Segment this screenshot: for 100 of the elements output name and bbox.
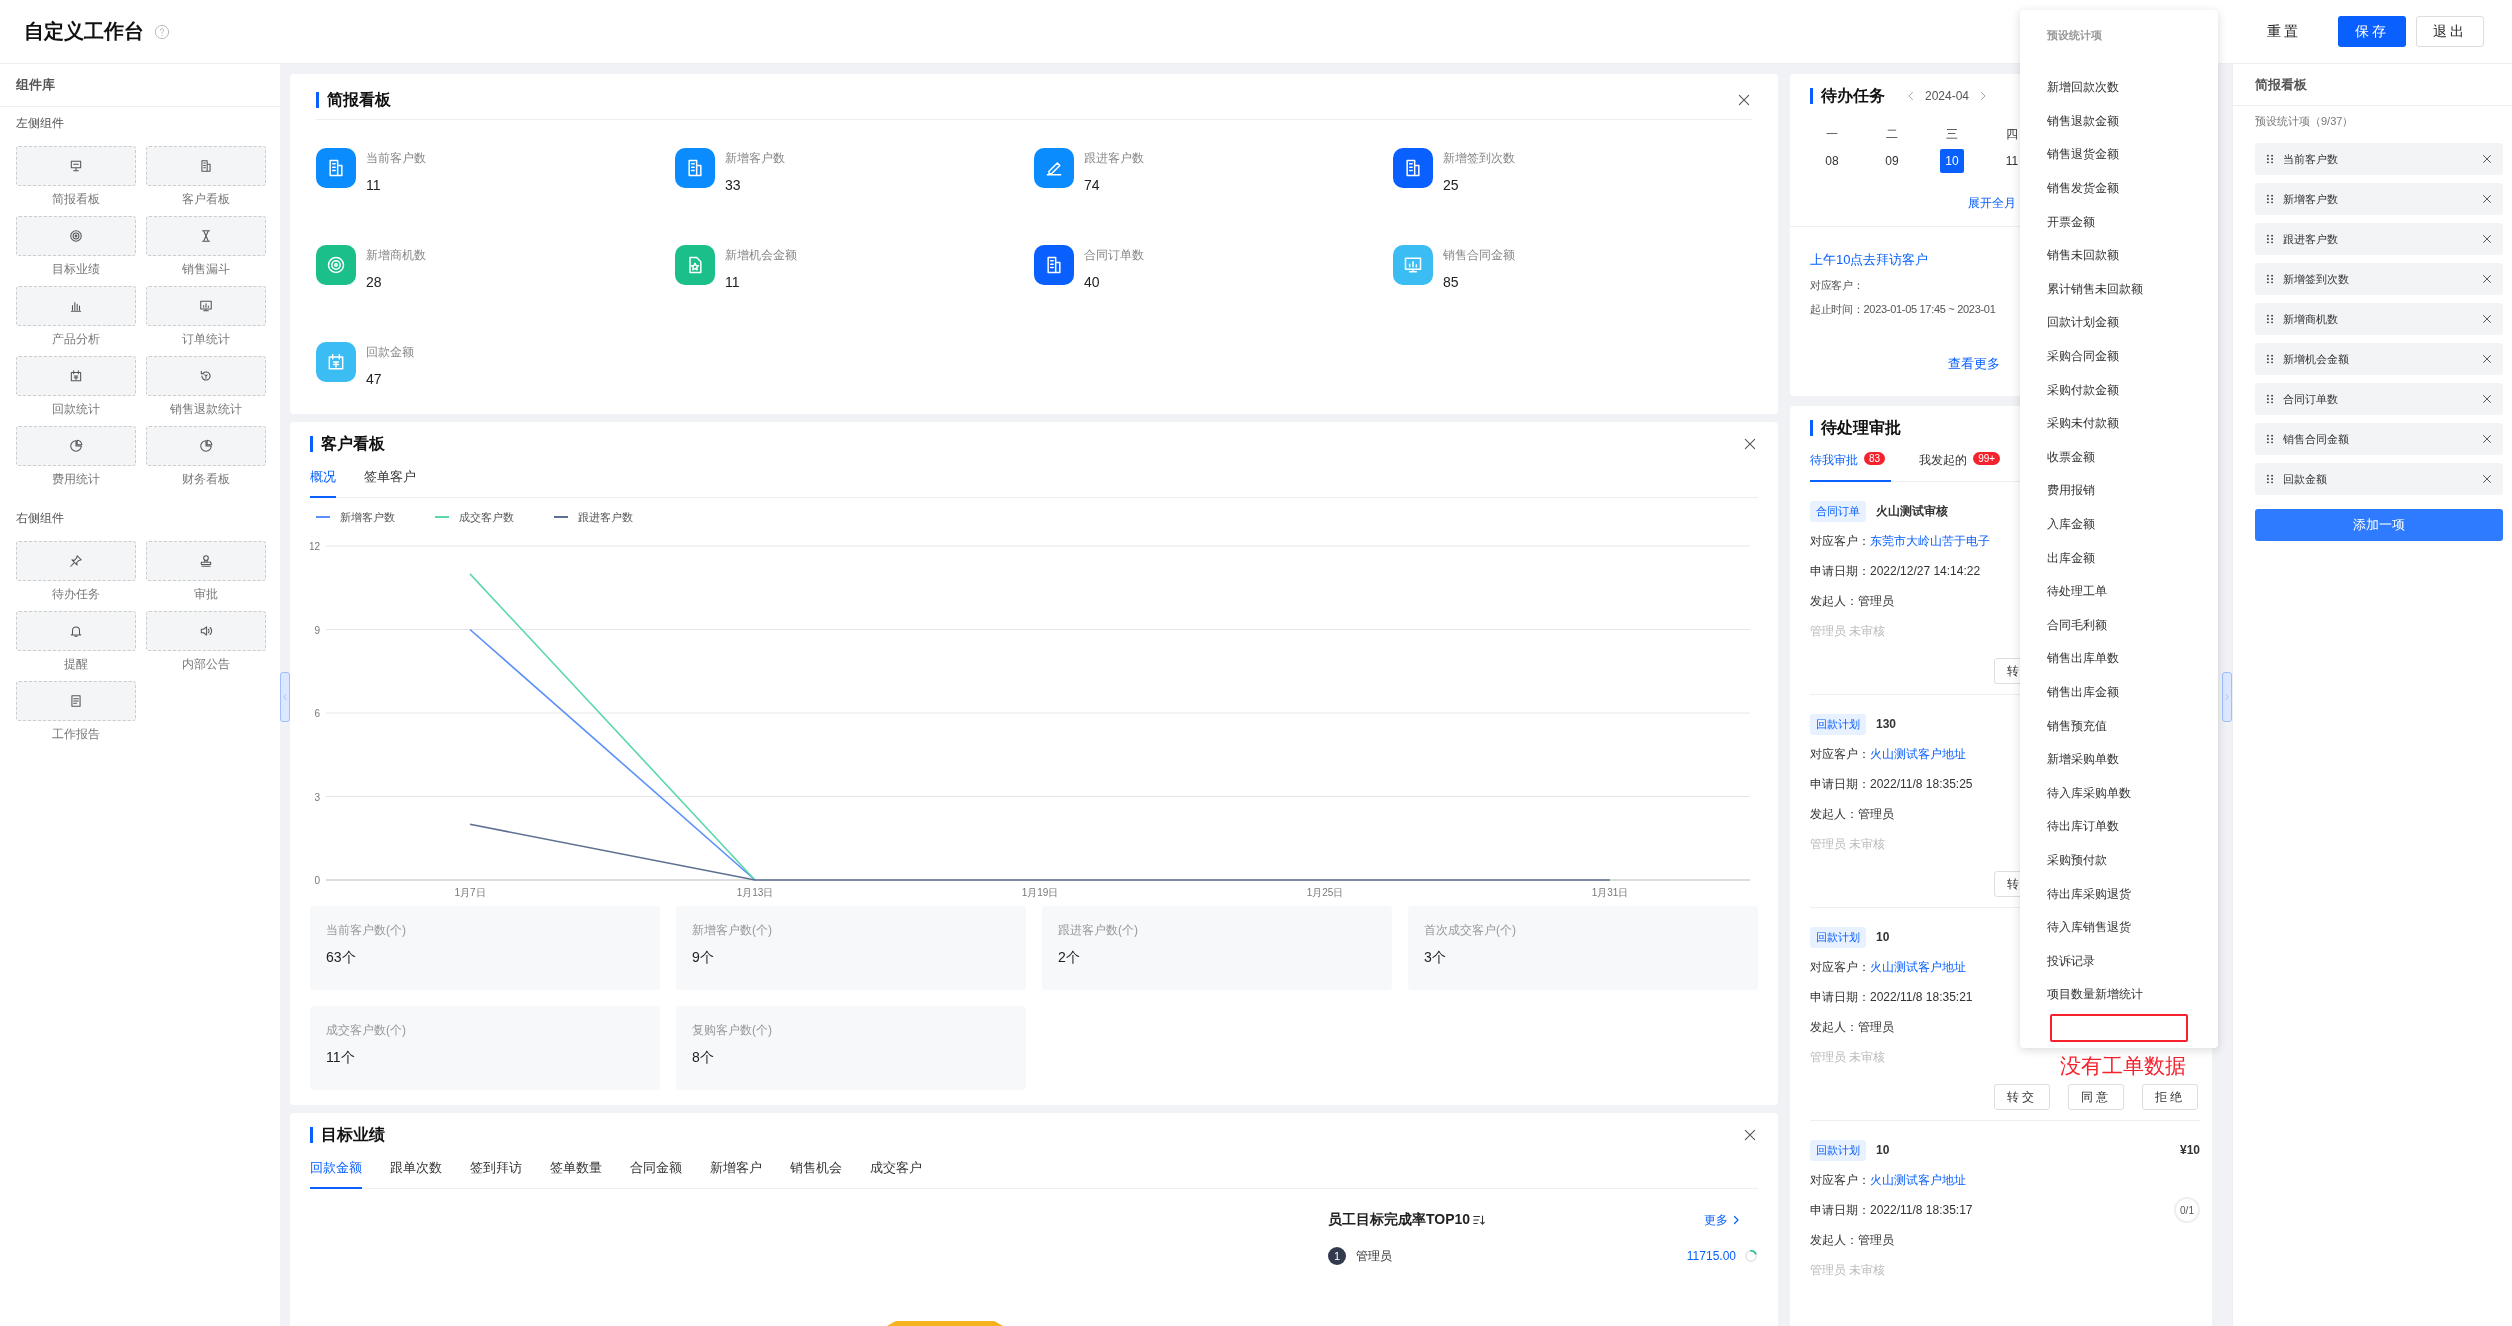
note-icon <box>69 694 83 708</box>
component-tile[interactable] <box>146 611 266 651</box>
menu-item[interactable]: 回款计划金额 <box>2047 314 2119 332</box>
menu-item[interactable]: 销售未回款额 <box>2047 247 2119 265</box>
add-item-button[interactable]: 添加一项 <box>2255 509 2503 541</box>
exit-button[interactable]: 退出 <box>2416 16 2484 47</box>
stat-label: 新增机会金额 <box>725 247 797 264</box>
menu-item[interactable]: 销售退货金额 <box>2047 146 2119 164</box>
stat-item[interactable]: 当前客户数 <box>2255 143 2503 175</box>
component-tile[interactable] <box>146 426 266 466</box>
menu-item[interactable]: 出库金额 <box>2047 549 2095 567</box>
stat-value: 11个 <box>326 1049 356 1067</box>
tab[interactable]: 销售机会 <box>790 1157 842 1189</box>
component-tile[interactable] <box>16 356 136 396</box>
reset-button[interactable]: 重置 <box>2250 16 2318 47</box>
stat-label: 回款金额 <box>366 344 414 361</box>
more-link[interactable]: 更多 <box>1704 1211 1742 1229</box>
axis-tick-label: 1月7日 <box>454 887 486 898</box>
pie-chart-icon <box>69 439 83 453</box>
tab[interactable]: 签单客户 <box>364 466 416 498</box>
menu-item[interactable]: 采购合同金额 <box>2047 348 2119 366</box>
menu-item[interactable]: 采购付款金额 <box>2047 381 2119 399</box>
collapse-handle[interactable] <box>280 672 290 722</box>
expand-link[interactable]: 展开全月 <box>1968 195 2016 212</box>
stat-item[interactable]: 新增商机数 <box>2255 303 2503 335</box>
tab[interactable]: 成交客户 <box>870 1157 922 1189</box>
date-cell[interactable]: 09 <box>1880 149 1904 173</box>
component-tile[interactable] <box>146 356 266 396</box>
review-status: 管理员 未审核 <box>1810 1048 1886 1066</box>
component-tile[interactable] <box>146 541 266 581</box>
tab[interactable]: 跟单次数 <box>390 1157 442 1189</box>
remove-icon <box>2481 193 2493 205</box>
menu-item[interactable]: 收票金额 <box>2047 448 2095 466</box>
stat-value: 8个 <box>692 1049 715 1067</box>
stat-item[interactable]: 销售合同金额 <box>2255 423 2503 455</box>
menu-item[interactable]: 待出库订单数 <box>2047 818 2119 836</box>
menu-item[interactable]: 销售退款金额 <box>2047 112 2119 130</box>
menu-item[interactable]: 采购预付款 <box>2047 851 2107 869</box>
component-tile[interactable] <box>16 426 136 466</box>
menu-item[interactable]: 合同毛利额 <box>2047 616 2107 634</box>
tab[interactable]: 新增客户 <box>710 1157 762 1189</box>
task-link[interactable]: 上午10点去拜访客户 <box>1810 251 1929 269</box>
hourglass-icon <box>199 229 213 243</box>
stat-item[interactable]: 合同订单数 <box>2255 383 2503 415</box>
menu-item[interactable]: 费用报销 <box>2047 482 2095 500</box>
component-tile[interactable] <box>146 216 266 256</box>
tab[interactable]: 签单数量 <box>550 1157 602 1189</box>
action-button[interactable]: 转交 <box>1994 1084 2050 1110</box>
menu-item[interactable]: 待入库采购单数 <box>2047 784 2131 802</box>
component-tile[interactable] <box>146 146 266 186</box>
menu-item[interactable]: 新增采购单数 <box>2047 751 2119 769</box>
component-tile[interactable] <box>16 286 136 326</box>
date-cell[interactable]: 11 <box>2000 149 2024 173</box>
tab[interactable]: 回款金额 <box>310 1157 362 1189</box>
stat-value: 11 <box>725 274 741 290</box>
menu-item[interactable]: 项目数量新增统计 <box>2047 986 2143 1004</box>
component-tile[interactable] <box>146 286 266 326</box>
menu-item[interactable]: 销售出库金额 <box>2047 684 2119 701</box>
customer-link[interactable]: 火山测试客户地址 <box>1870 1171 1966 1189</box>
stat-label: 销售合同金额 <box>1443 247 1515 264</box>
action-button[interactable]: 拒绝 <box>2142 1084 2198 1110</box>
tab[interactable]: 概况 <box>310 466 336 498</box>
customer-link[interactable]: 东莞市大岭山苦于电子 <box>1870 532 1990 550</box>
stat-item[interactable]: 跟进客户数 <box>2255 223 2503 255</box>
menu-item[interactable]: 销售出库单数 <box>2047 650 2119 668</box>
component-tile[interactable] <box>16 216 136 256</box>
menu-item[interactable]: 开票金额 <box>2047 213 2095 231</box>
stat-item[interactable]: 新增机会金额 <box>2255 343 2503 375</box>
menu-item[interactable]: 销售发货金额 <box>2047 180 2119 198</box>
component-tile[interactable] <box>16 541 136 581</box>
customer-link[interactable]: 火山测试客户地址 <box>1870 958 1966 976</box>
tab[interactable]: 待我审批 83 <box>1810 452 1892 482</box>
menu-item[interactable]: 投诉记录 <box>2047 952 2095 970</box>
date-cell[interactable]: 10 <box>1940 149 1964 173</box>
tab[interactable]: 我发起的 99+ <box>1919 452 2007 482</box>
component-tile[interactable] <box>16 681 136 721</box>
menu-item[interactable]: 销售预充值 <box>2047 717 2107 735</box>
collapse-handle[interactable] <box>2222 672 2232 722</box>
component-tile[interactable] <box>16 611 136 651</box>
menu-item[interactable]: 待入库销售退货 <box>2047 919 2131 937</box>
menu-item[interactable]: 入库金额 <box>2047 516 2095 533</box>
tab[interactable]: 合同金额 <box>630 1157 682 1189</box>
stat-item[interactable]: 新增客户数 <box>2255 183 2503 215</box>
axis-tick-label: 1月25日 <box>1306 887 1344 898</box>
view-more-link[interactable]: 查看更多 <box>1948 355 2000 373</box>
menu-item[interactable]: 待出库采购退货 <box>2047 885 2131 903</box>
menu-item[interactable]: 新增回款次数 <box>2047 79 2119 97</box>
weekday-label: 二 <box>1885 126 1899 143</box>
menu-item[interactable]: 待处理工单 <box>2047 583 2107 601</box>
menu-item[interactable]: 累计销售未回款额 <box>2047 280 2143 298</box>
customer-link[interactable]: 火山测试客户地址 <box>1870 745 1966 763</box>
date-cell[interactable]: 08 <box>1820 149 1844 173</box>
stat-item[interactable]: 回款金额 <box>2255 463 2503 495</box>
save-button[interactable]: 保存 <box>2338 16 2406 47</box>
stat-item[interactable]: 新增签到次数 <box>2255 263 2503 295</box>
stat-value: 2个 <box>1058 949 1081 967</box>
component-tile[interactable] <box>16 146 136 186</box>
action-button[interactable]: 同意 <box>2068 1084 2124 1110</box>
menu-item[interactable]: 采购未付款额 <box>2047 415 2119 433</box>
tab[interactable]: 签到拜访 <box>470 1157 522 1189</box>
